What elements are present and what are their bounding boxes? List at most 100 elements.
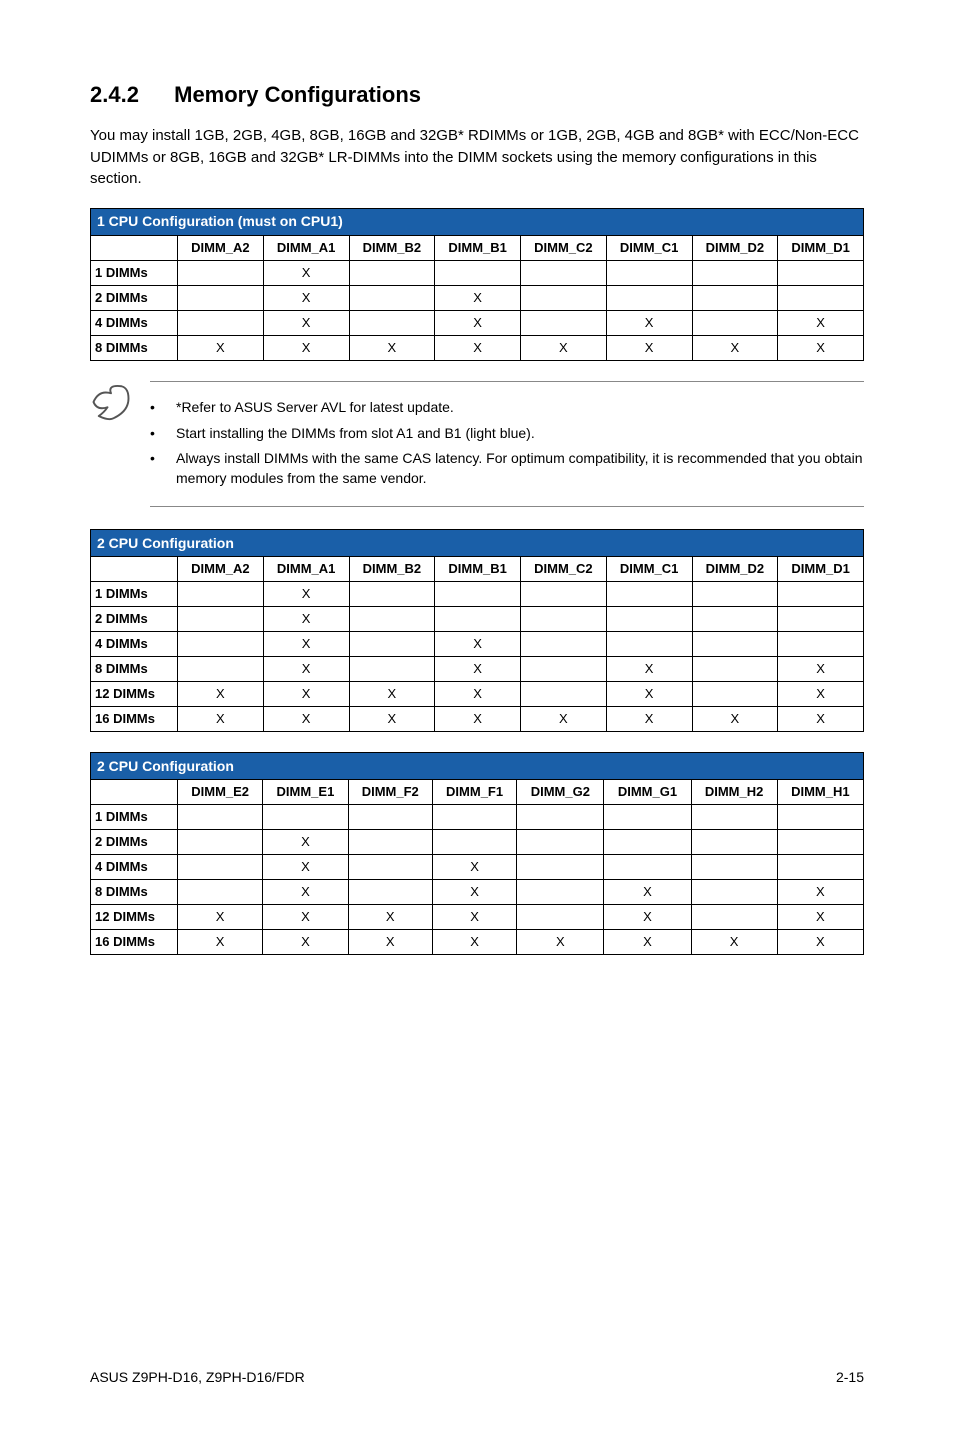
row-label: 1 DIMMs	[91, 582, 178, 607]
data-cell: X	[435, 336, 521, 361]
note-list: •*Refer to ASUS Server AVL for latest up…	[150, 381, 864, 507]
data-cell: X	[263, 930, 348, 955]
table1-body: 1 DIMMsX2 DIMMsXX4 DIMMsXXXX8 DIMMsXXXXX…	[91, 261, 864, 361]
data-cell	[521, 311, 607, 336]
data-cell	[517, 830, 604, 855]
data-cell: X	[263, 286, 349, 311]
data-cell: X	[263, 657, 349, 682]
col-header: DIMM_A1	[263, 236, 349, 261]
data-cell	[691, 805, 777, 830]
table-title: 2 CPU Configuration	[91, 753, 864, 780]
row-label: 16 DIMMs	[91, 707, 178, 732]
col-header: DIMM_A1	[263, 557, 349, 582]
section-title: Memory Configurations	[174, 82, 421, 107]
col-header: DIMM_B1	[435, 557, 521, 582]
data-cell	[778, 582, 864, 607]
col-header: DIMM_C1	[606, 236, 692, 261]
data-cell	[348, 805, 432, 830]
data-cell	[435, 582, 521, 607]
data-cell	[691, 880, 777, 905]
blank-cell	[91, 236, 178, 261]
data-cell	[517, 855, 604, 880]
row-label: 16 DIMMs	[91, 930, 178, 955]
data-cell	[521, 632, 607, 657]
data-cell: X	[435, 286, 521, 311]
data-cell	[692, 632, 778, 657]
data-cell	[521, 286, 607, 311]
section-number: 2.4.2	[90, 80, 168, 111]
row-label: 1 DIMMs	[91, 805, 178, 830]
data-cell: X	[263, 261, 349, 286]
data-cell	[349, 582, 435, 607]
data-cell	[604, 830, 691, 855]
row-label: 4 DIMMs	[91, 311, 178, 336]
data-cell	[606, 286, 692, 311]
table-row: 12 DIMMsXXXXXX	[91, 905, 864, 930]
col-header: DIMM_C1	[606, 557, 692, 582]
data-cell	[178, 805, 263, 830]
data-cell: X	[348, 930, 432, 955]
data-cell	[778, 286, 864, 311]
data-cell: X	[178, 905, 263, 930]
data-cell	[691, 905, 777, 930]
data-cell: X	[178, 682, 264, 707]
data-cell: X	[349, 336, 435, 361]
data-cell	[432, 830, 516, 855]
data-cell: X	[604, 905, 691, 930]
data-cell	[178, 855, 263, 880]
data-cell	[606, 632, 692, 657]
blank-cell	[91, 780, 178, 805]
data-cell	[692, 607, 778, 632]
data-cell	[178, 286, 264, 311]
data-cell	[348, 830, 432, 855]
data-cell: X	[517, 930, 604, 955]
col-header: DIMM_C2	[521, 236, 607, 261]
table-row: 4 DIMMsXX	[91, 632, 864, 657]
data-cell: X	[435, 311, 521, 336]
table-header-row: DIMM_E2 DIMM_E1 DIMM_F2 DIMM_F1 DIMM_G2 …	[91, 780, 864, 805]
data-cell	[435, 607, 521, 632]
data-cell: X	[778, 682, 864, 707]
row-label: 2 DIMMs	[91, 607, 178, 632]
table-row: 2 DIMMsX	[91, 830, 864, 855]
col-header: DIMM_D2	[692, 236, 778, 261]
data-cell	[691, 830, 777, 855]
data-cell: X	[263, 311, 349, 336]
data-cell: X	[263, 582, 349, 607]
data-cell: X	[692, 336, 778, 361]
col-header: DIMM_B2	[349, 236, 435, 261]
data-cell: X	[432, 930, 516, 955]
data-cell	[777, 805, 863, 830]
data-cell	[521, 582, 607, 607]
row-label: 2 DIMMs	[91, 286, 178, 311]
col-header: DIMM_H2	[691, 780, 777, 805]
data-cell	[178, 657, 264, 682]
note-text: *Refer to ASUS Server AVL for latest upd…	[176, 398, 454, 418]
table-row: 4 DIMMsXXXX	[91, 311, 864, 336]
note-text: Start installing the DIMMs from slot A1 …	[176, 424, 535, 444]
data-cell	[349, 657, 435, 682]
data-cell: X	[263, 632, 349, 657]
table-row: 2 DIMMs X X	[91, 286, 864, 311]
data-cell	[777, 830, 863, 855]
data-cell	[349, 607, 435, 632]
data-cell: X	[432, 905, 516, 930]
col-header: DIMM_B1	[435, 236, 521, 261]
data-cell	[348, 880, 432, 905]
data-cell	[263, 805, 348, 830]
table-row: 12 DIMMsXXXXXX	[91, 682, 864, 707]
cpu-config-table-2: 2 CPU Configuration DIMM_A2 DIMM_A1 DIMM…	[90, 529, 864, 732]
data-cell: X	[263, 880, 348, 905]
data-cell	[606, 261, 692, 286]
row-label: 8 DIMMs	[91, 657, 178, 682]
data-cell: X	[435, 682, 521, 707]
data-cell	[348, 855, 432, 880]
note-item: •*Refer to ASUS Server AVL for latest up…	[150, 398, 864, 418]
table-row: 8 DIMMsXXXX	[91, 657, 864, 682]
row-label: 8 DIMMs	[91, 336, 178, 361]
data-cell	[178, 311, 264, 336]
data-cell	[692, 657, 778, 682]
data-cell: X	[691, 930, 777, 955]
data-cell	[778, 607, 864, 632]
data-cell: X	[606, 682, 692, 707]
